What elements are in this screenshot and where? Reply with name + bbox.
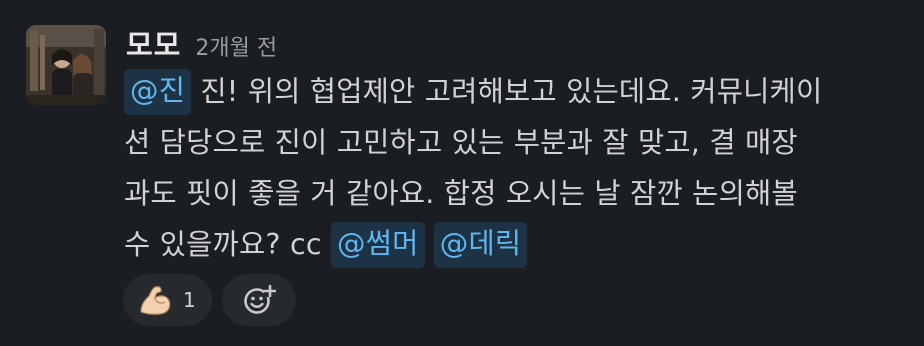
- message-line: @진 진! 위의 협업제안 고려해보고 있는데요. 커뮤니케이: [124, 66, 914, 117]
- message-body: @진 진! 위의 협업제안 고려해보고 있는데요. 커뮤니케이 션 담당으로 진…: [124, 66, 914, 270]
- message-text: 수 있을까요? cc: [124, 228, 331, 261]
- message-line: 과도 핏이 좋을 거 같아요. 합정 오시는 날 잠깐 논의해볼: [124, 168, 914, 219]
- mention-derek[interactable]: @데릭: [433, 221, 528, 268]
- flexed-biceps-icon: [137, 282, 173, 318]
- add-reaction-button[interactable]: [221, 274, 296, 326]
- author-name[interactable]: 모모: [126, 22, 181, 64]
- reactions-bar: 1: [123, 274, 296, 326]
- message-text: 션 담당으로 진이 고민하고 있는 부분과 잘 맞고, 결 매장: [124, 126, 798, 159]
- message-line: 션 담당으로 진이 고민하고 있는 부분과 잘 맞고, 결 매장: [124, 117, 914, 168]
- avatar[interactable]: [26, 25, 106, 105]
- reaction-pill-flexed-biceps[interactable]: 1: [123, 274, 212, 326]
- add-reaction-icon: [243, 284, 276, 314]
- avatar-photo: [26, 25, 106, 105]
- timestamp[interactable]: 2개월 전: [195, 30, 277, 62]
- message-line: 수 있을까요? cc @썸머 @데릭: [124, 219, 914, 270]
- message-text: 과도 핏이 좋을 거 같아요. 합정 오시는 날 잠깐 논의해볼: [124, 177, 798, 210]
- reaction-count: 1: [183, 288, 196, 312]
- message-text: [425, 228, 434, 261]
- message-header: 모모 2개월 전: [126, 22, 277, 62]
- mention-jin[interactable]: @진: [124, 68, 192, 115]
- mention-summer[interactable]: @썸머: [330, 221, 425, 268]
- message-text: 진! 위의 협업제안 고려해보고 있는데요. 커뮤니케이: [191, 75, 823, 108]
- chat-message: 모모 2개월 전 @진 진! 위의 협업제안 고려해보고 있는데요. 커뮤니케이…: [0, 0, 924, 346]
